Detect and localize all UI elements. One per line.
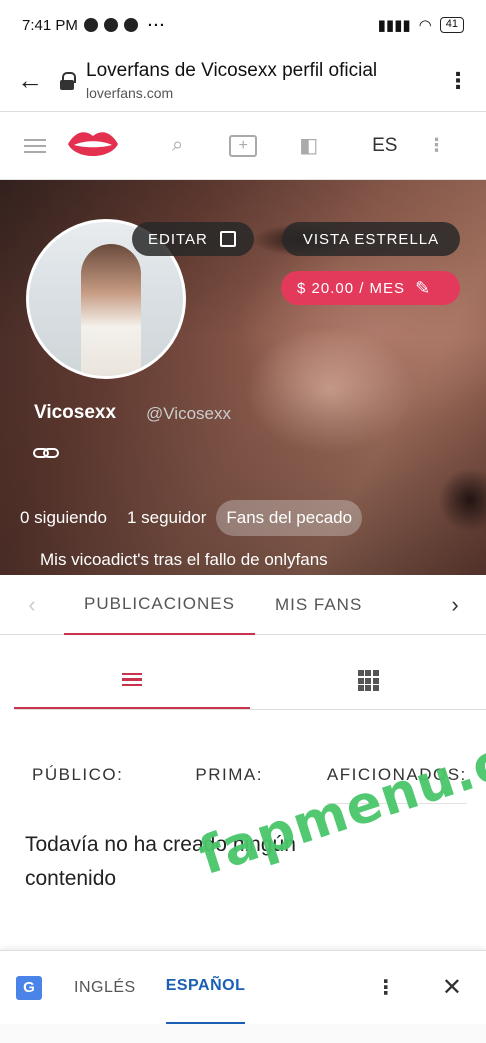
search-icon[interactable]: ⌕ xyxy=(172,134,183,157)
list-icon xyxy=(122,670,142,690)
cloud-icon xyxy=(123,18,138,32)
close-icon[interactable]: ✕ xyxy=(442,973,462,1002)
profile-tabs: ‹ PUBLICACIONES MIS FANS › xyxy=(0,575,486,635)
price-label: $ 20.00 / MES xyxy=(297,279,406,297)
profile-handle: @Vicosexx xyxy=(146,404,231,423)
bottom-strip xyxy=(0,1024,486,1043)
chevron-left-icon[interactable]: ‹ xyxy=(0,592,64,618)
translate-bar: G INGLÉS ESPAÑOL ⋮ ✕ xyxy=(0,950,486,1025)
star-view-button[interactable]: VISTA ESTRELLA xyxy=(282,222,460,256)
language-selector[interactable]: ES xyxy=(372,135,397,157)
column-public[interactable]: PÚBLICO: xyxy=(32,765,123,785)
column-premium[interactable]: PRIMA: xyxy=(195,765,263,785)
browser-url-bar: ← Loverfans de Vicosexx perfil oficial l… xyxy=(0,50,486,112)
profile-banner: EDITAR VISTA ESTRELLA $ 20.00 / MES ✎ Vi… xyxy=(0,180,486,575)
compare-icon[interactable]: ◧ xyxy=(299,133,318,158)
edit-button[interactable]: EDITAR xyxy=(132,222,254,256)
chevron-right-icon[interactable]: › xyxy=(424,592,486,618)
url-info[interactable]: Loverfans de Vicosexx perfil oficial lov… xyxy=(86,60,430,101)
grid-view-button[interactable] xyxy=(250,652,486,709)
following-count[interactable]: 0 siguiendo xyxy=(20,508,107,528)
view-toggle xyxy=(14,652,486,710)
translate-more-icon[interactable]: ⋮ xyxy=(376,975,396,1000)
signal-icon: ▮▮▮▮ xyxy=(377,17,411,34)
add-screen-icon[interactable]: + xyxy=(229,134,258,157)
messenger-icon xyxy=(83,18,98,32)
profile-name: Vicosexx xyxy=(34,402,117,423)
notification-icons xyxy=(83,18,138,32)
grid-icon xyxy=(357,670,379,691)
lips-logo-icon[interactable] xyxy=(66,126,120,166)
pencil-icon: ✎ xyxy=(415,277,432,298)
google-translate-icon: G xyxy=(16,975,42,1000)
status-time: 7:41 PM xyxy=(22,16,78,34)
image-edit-icon xyxy=(219,231,236,247)
battery-icon: 41 xyxy=(439,17,464,33)
site-header: ⌕ + ◧ ES ⋮ xyxy=(0,112,486,180)
tab-publications[interactable]: PUBLICACIONES xyxy=(64,575,255,635)
back-arrow-icon[interactable]: ← xyxy=(0,65,60,96)
avatar-photo xyxy=(81,244,141,376)
status-bar: 7:41 PM ··· ▮▮▮▮ ◠ 41 xyxy=(0,0,486,50)
lock-icon[interactable] xyxy=(60,71,76,90)
more-notifications-icon: ··· xyxy=(147,16,166,34)
link-icon[interactable] xyxy=(33,442,59,463)
price-button[interactable]: $ 20.00 / MES ✎ xyxy=(281,271,460,305)
browser-menu-icon[interactable]: ⋮ xyxy=(430,68,486,94)
wifi-icon: ◠ xyxy=(418,17,432,34)
profile-stats: 0 siguiendo 1 seguidor Fans del pecado xyxy=(20,500,363,536)
page-domain: loverfans.com xyxy=(86,85,174,101)
hamburger-menu-icon[interactable] xyxy=(24,135,46,157)
messenger-icon xyxy=(103,18,118,32)
profile-bio: Mis vicoadict's tras el fallo de onlyfan… xyxy=(40,550,328,569)
followers-count[interactable]: 1 seguidor xyxy=(127,508,206,528)
page-title: Loverfans de Vicosexx perfil oficial xyxy=(86,60,378,81)
edit-label: EDITAR xyxy=(148,230,208,248)
source-language[interactable]: INGLÉS xyxy=(74,951,136,1025)
site-more-icon[interactable]: ⋮ xyxy=(427,135,445,156)
fans-group-badge[interactable]: Fans del pecado xyxy=(216,500,363,536)
target-language[interactable]: ESPAÑOL xyxy=(165,951,246,1025)
star-view-label: VISTA ESTRELLA xyxy=(302,230,440,248)
tab-my-fans[interactable]: MIS FANS xyxy=(255,575,382,635)
list-view-button[interactable] xyxy=(14,652,250,709)
